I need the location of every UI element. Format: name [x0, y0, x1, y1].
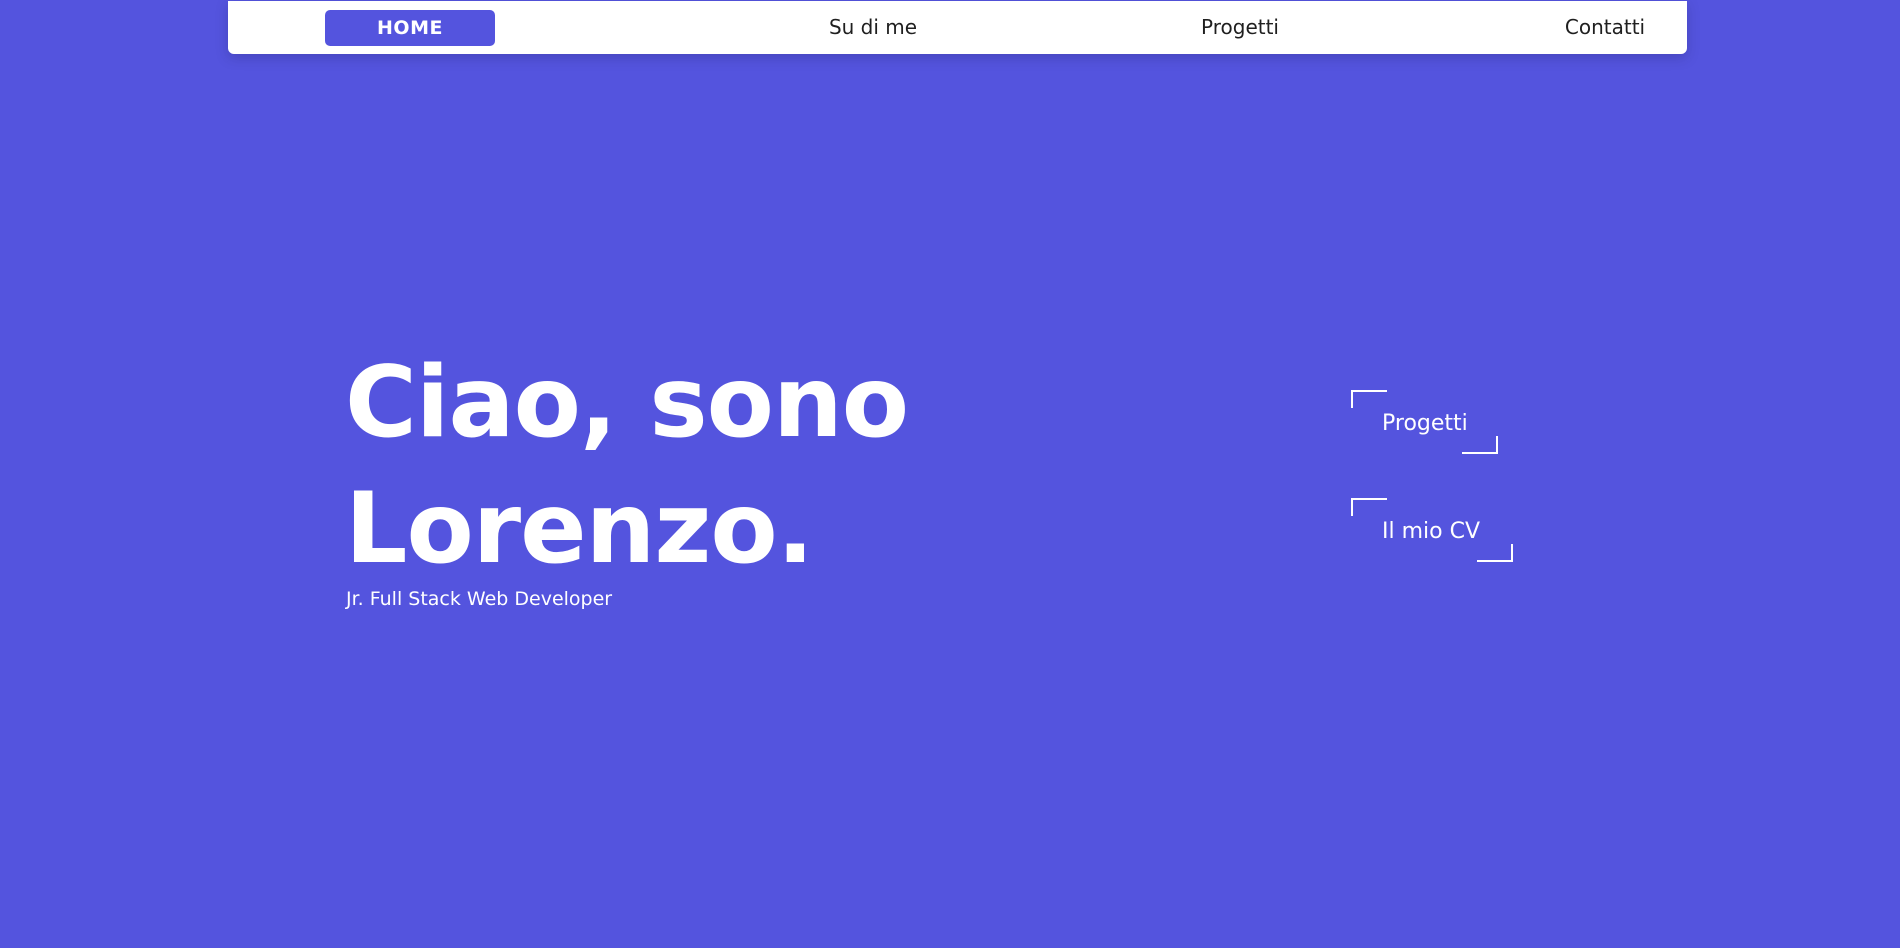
- nav-about-link[interactable]: Su di me: [743, 1, 1003, 54]
- nav-projects-link[interactable]: Progetti: [1110, 1, 1370, 54]
- projects-button-label: Progetti: [1382, 411, 1468, 436]
- hero-title-line-2: Lorenzo.: [345, 472, 814, 586]
- nav-home-link[interactable]: HOME: [325, 10, 495, 46]
- hero-title: Ciao, sono Lorenzo.: [345, 340, 909, 592]
- projects-button[interactable]: Progetti: [1351, 390, 1498, 454]
- bracket-bottom-right-decoration: [1462, 436, 1498, 454]
- bracket-top-left-decoration: [1351, 498, 1387, 516]
- navbar: HOME Su di me Progetti Contatti: [228, 1, 1687, 54]
- cv-button[interactable]: Il mio CV: [1351, 498, 1513, 562]
- hero-subtitle: Jr. Full Stack Web Developer: [346, 588, 613, 610]
- bracket-top-left-decoration: [1351, 390, 1387, 408]
- nav-contacts-link[interactable]: Contatti: [1475, 1, 1735, 54]
- hero-title-line-1: Ciao, sono: [345, 346, 909, 460]
- cv-button-label: Il mio CV: [1382, 519, 1481, 544]
- bracket-bottom-right-decoration: [1477, 544, 1513, 562]
